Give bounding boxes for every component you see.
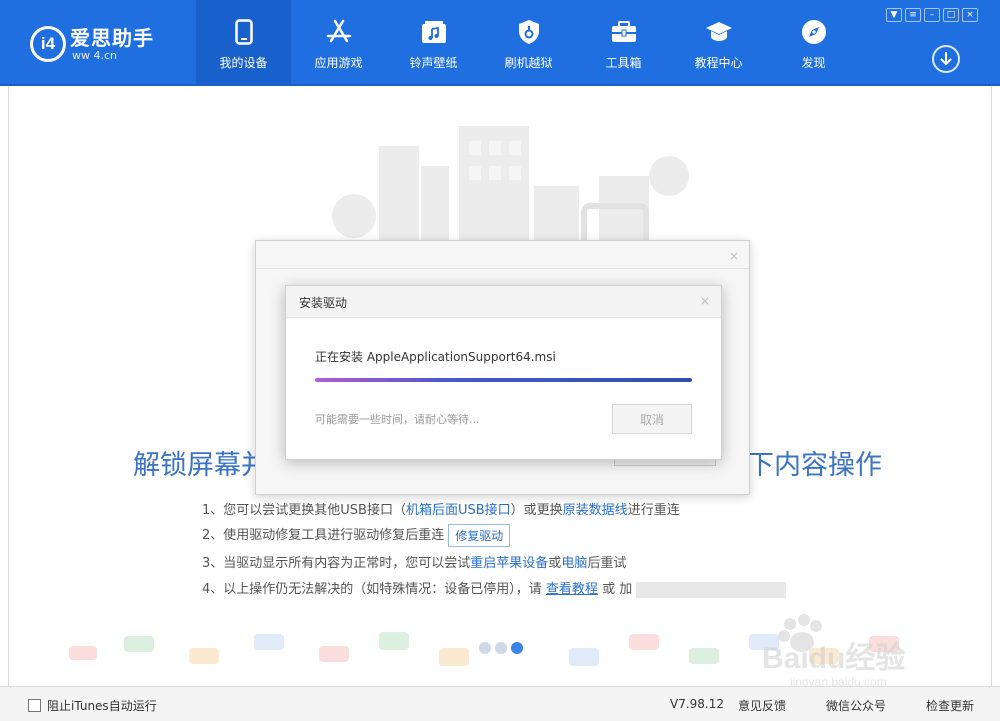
minimize-icon[interactable]: – [924,8,940,22]
dialog-title: 安装驱动 [299,296,348,310]
shirt-skin-icon[interactable]: ▼ [886,8,902,22]
logo-name: 爱思助手 [70,25,154,50]
wechat-link[interactable]: 微信公众号 [826,697,886,714]
nav-label: 我的设备 [219,55,268,70]
window-controls: ▼ ≡ – □ × [886,8,978,22]
baidu-watermark: Baidu经验 jingyan.baidu.com [762,614,905,689]
nav-my-device[interactable]: 我的设备 [196,0,291,84]
status-bar: 阻止iTunes自动运行 V7.98.12 意见反馈 微信公众号 检查更新 [0,686,1000,721]
link-original-cable[interactable]: 原装数据线 [563,503,628,518]
nav-label: 发现 [801,55,826,70]
nav-label: 刷机越狱 [504,55,553,70]
nav-tutorial-center[interactable]: 教程中心 [671,0,766,84]
nav-ringtones-wallpapers[interactable]: 铃声壁纸 [386,0,481,84]
feedback-link[interactable]: 意见反馈 [738,697,786,714]
pager-dot-active[interactable] [511,642,523,654]
dialog-header: 安装驱动 × [286,286,721,318]
close-icon[interactable]: × [962,8,978,22]
link-computer[interactable]: 电脑 [561,556,587,571]
block-itunes-label: 阻止iTunes自动运行 [47,699,157,713]
installing-status: 正在安装 AppleApplicationSupport64.msi [315,350,556,364]
pager-dot[interactable] [495,642,507,654]
app-store-icon [325,18,353,46]
cancel-button[interactable]: 取消 [612,404,692,434]
divider [256,268,749,269]
block-itunes-checkbox[interactable] [28,699,41,712]
graduation-cap-icon [705,18,733,46]
app-header: i4 爱思助手 ww 4.cn 我的设备 应用游戏 铃声壁纸 刷机越狱 工具箱 … [0,0,1000,86]
toolbox-icon [610,18,638,46]
progress-fill [315,378,692,382]
phone-icon [230,18,258,46]
nav-toolbox[interactable]: 工具箱 [576,0,671,84]
maximize-icon[interactable]: □ [943,8,959,22]
watermark-text: Baidu经验 [762,641,905,675]
redacted-block [636,581,787,598]
shield-icon [515,18,543,46]
download-icon[interactable] [932,45,960,73]
link-restart-device[interactable]: 重启苹果设备 [470,556,548,571]
menu-icon[interactable]: ≡ [905,8,921,22]
step-2: 2、使用驱动修复工具进行驱动修复后重连 修复驱动 [202,524,511,547]
nav-apps-games[interactable]: 应用游戏 [291,0,386,84]
music-folder-icon [420,18,448,46]
step-1: 1、您可以尝试更换其他USB接口（机箱后面USB接口）或更换原装数据线进行重连 [202,503,680,518]
app-logo[interactable]: i4 爱思助手 ww 4.cn [30,22,154,66]
check-update-link[interactable]: 检查更新 [926,697,974,714]
headline-right: 下内容操作 [747,450,882,481]
nav-label: 工具箱 [605,55,642,70]
nav-label: 教程中心 [694,55,743,70]
outer-close-icon[interactable]: × [729,249,739,263]
install-driver-dialog: 安装驱动 × 正在安装 AppleApplicationSupport64.ms… [285,285,722,460]
logo-url: ww 4.cn [72,48,118,62]
compass-icon [800,18,828,46]
step-3: 3、当驱动显示所有内容为正常时，您可以尝试重启苹果设备或电脑后重试 [202,556,627,571]
block-itunes-option[interactable]: 阻止iTunes自动运行 [28,697,157,714]
wait-hint: 可能需要一些时间，请耐心等待... [315,413,480,426]
main-nav: 我的设备 应用游戏 铃声壁纸 刷机越狱 工具箱 教程中心 发现 [196,0,861,84]
nav-flash-jailbreak[interactable]: 刷机越狱 [481,0,576,84]
close-icon[interactable]: × [700,294,710,308]
link-view-tutorial[interactable]: 查看教程 [546,582,598,597]
nav-discover[interactable]: 发现 [766,0,861,84]
step-4: 4、以上操作仍无法解决的（如特殊情况：设备已停用），请 查看教程 或 加 [202,578,787,598]
logo-mark: i4 [30,26,66,62]
version-text: V7.98.12 [670,697,725,711]
nav-label: 铃声壁纸 [409,55,458,70]
headline-left: 解锁屏幕并 [133,450,268,481]
nav-label: 应用游戏 [314,55,363,70]
carousel-pager [479,642,523,654]
pager-dot[interactable] [479,642,491,654]
progress-bar [315,378,692,382]
link-rear-usb[interactable]: 机箱后面USB接口 [406,503,511,518]
fix-driver-button[interactable]: 修复驱动 [448,524,511,547]
